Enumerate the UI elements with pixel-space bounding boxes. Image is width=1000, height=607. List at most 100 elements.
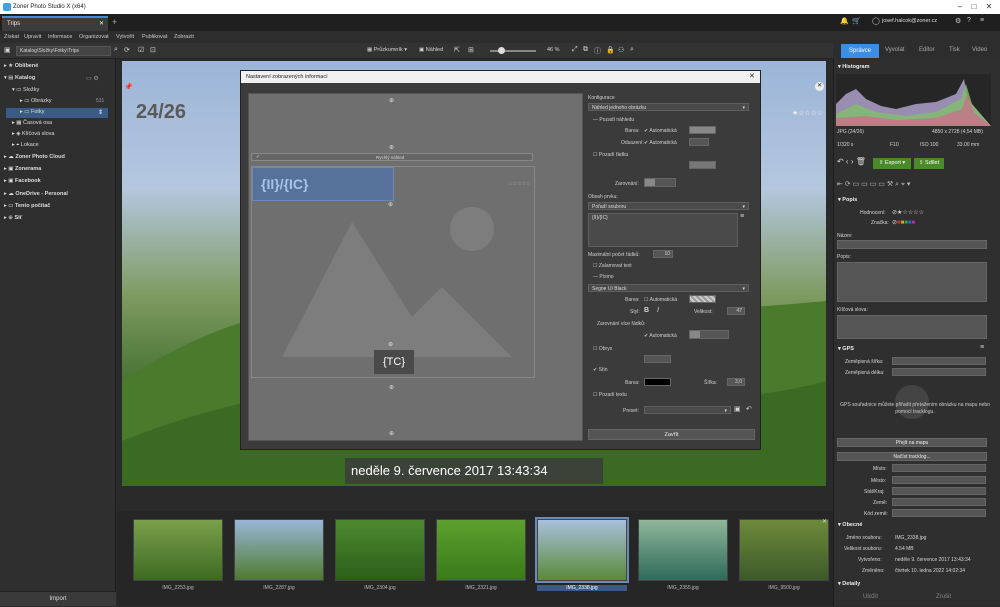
- nav-this-pc[interactable]: ▸ ▭ Tento počítač: [4, 203, 50, 213]
- menu-item[interactable]: Upravit: [24, 34, 41, 40]
- quick-preview-bar[interactable]: ✓ Rychlý náhled: [251, 153, 533, 161]
- place-input[interactable]: [892, 464, 986, 472]
- name-input[interactable]: [837, 240, 987, 249]
- text-bg-checkbox[interactable]: ☐ Pozadí textu: [593, 392, 627, 398]
- add-top-icon[interactable]: ⊕: [389, 97, 394, 104]
- dialog-close-icon[interactable]: ✕: [749, 72, 755, 80]
- settings-icon[interactable]: ⚙: [955, 17, 961, 25]
- close-dialog-button[interactable]: Zavřít: [588, 429, 755, 440]
- info-overlay-icon[interactable]: ⓘ: [594, 46, 601, 56]
- font-auto-checkbox[interactable]: ☐ Automatická: [644, 297, 677, 303]
- gps-header[interactable]: ▾ GPS: [834, 344, 992, 354]
- font-color-swatch[interactable]: [689, 295, 716, 303]
- menu-item[interactable]: Organizovat: [79, 34, 109, 40]
- zoom-fit-icon[interactable]: ⊞: [468, 46, 474, 54]
- tab-manager[interactable]: Správce: [841, 44, 879, 58]
- auto-color-checkbox[interactable]: ✔ Automatická: [644, 128, 677, 134]
- load-tracklog-button[interactable]: Načíst tracklog...: [837, 452, 987, 461]
- rating-stars-input[interactable]: ⊘★☆☆☆☆: [892, 209, 924, 216]
- add-mid-icon[interactable]: ⊕: [388, 201, 393, 208]
- zoom-icon[interactable]: ⌕: [630, 46, 634, 54]
- align-buttons[interactable]: [644, 178, 676, 187]
- italic-button[interactable]: I: [657, 307, 659, 314]
- nav-arrows-icon[interactable]: ↶ ‹ › 🗑: [837, 157, 866, 166]
- gps-menu-icon[interactable]: ≡: [980, 344, 984, 351]
- external-icon[interactable]: ⇱: [454, 46, 460, 54]
- rating-stars[interactable]: ★☆☆☆☆: [792, 109, 823, 117]
- row-color-swatch[interactable]: [689, 161, 716, 169]
- size-input[interactable]: 47: [727, 307, 745, 315]
- add-bottom-row-icon[interactable]: ⊕: [388, 341, 393, 348]
- shadow-color-swatch[interactable]: [644, 378, 671, 386]
- tab-video[interactable]: Video: [972, 47, 987, 53]
- nav-network[interactable]: ▸ ⊕ Síť: [4, 215, 22, 225]
- wrap-checkbox[interactable]: ☐ Zalamovat text: [593, 263, 632, 269]
- maximize-button[interactable]: □: [968, 2, 980, 12]
- save-preset-icon[interactable]: ▣: [734, 405, 741, 413]
- export-button[interactable]: ⇧ Export ▾: [873, 158, 911, 169]
- shade-input[interactable]: [689, 138, 709, 146]
- nav-facebook[interactable]: ▸ ▣ Facebook: [4, 178, 41, 188]
- thumbnail[interactable]: [436, 519, 526, 581]
- city-input[interactable]: [892, 476, 986, 484]
- share-button[interactable]: ⇪ Sdílet: [914, 158, 944, 169]
- nav-onedrive[interactable]: ▸ ☁ OneDrive - Personal: [4, 191, 68, 201]
- person-icon[interactable]: ⚇: [618, 46, 624, 54]
- sync-icon[interactable]: ⇕: [98, 109, 103, 116]
- longitude-input[interactable]: [892, 368, 986, 376]
- country-input[interactable]: [892, 498, 986, 506]
- nav-folders[interactable]: ▾ ▭ Složky: [12, 87, 39, 97]
- content-textarea[interactable]: {II}/{IC}: [588, 213, 738, 247]
- preset-select[interactable]: ▾: [644, 406, 731, 414]
- minimize-button[interactable]: –: [954, 2, 966, 12]
- font-select[interactable]: Segoe UI Black ▾: [588, 284, 749, 292]
- compare-icon[interactable]: ⧉: [583, 46, 588, 54]
- add-footer-icon[interactable]: ⊕: [389, 384, 394, 391]
- user-avatar-icon[interactable]: ◯: [872, 17, 880, 25]
- user-email[interactable]: josef.halcok@zoner.cz: [882, 18, 937, 24]
- nav-favorites[interactable]: ▸ ★ Oblíbené: [4, 63, 38, 73]
- import-button[interactable]: Import: [0, 591, 116, 606]
- notification-icon[interactable]: 🔔: [840, 17, 849, 25]
- menu-icon[interactable]: ≡: [980, 17, 984, 24]
- outline-checkbox[interactable]: ☐ Obrys: [593, 346, 612, 352]
- filmstrip-close-icon[interactable]: ✕: [822, 518, 827, 525]
- close-tab-icon[interactable]: ✕: [99, 20, 104, 27]
- multiline-align-buttons[interactable]: [689, 330, 729, 339]
- new-tab-button[interactable]: +: [112, 17, 117, 27]
- nav-zonerama[interactable]: ▸ ▣ Zonerama: [4, 166, 41, 176]
- country-code-input[interactable]: [892, 509, 986, 517]
- preview-view-button[interactable]: ▣ Náhled: [419, 47, 443, 53]
- auto-shade-checkbox[interactable]: ✔ Automatická: [644, 140, 677, 146]
- nav-cloud[interactable]: ▸ ☁ Zoner Photo Cloud: [4, 154, 65, 164]
- latitude-input[interactable]: [892, 357, 986, 365]
- save-button[interactable]: Uložit: [863, 594, 878, 600]
- action-icons[interactable]: ⇤ ⟳ ▭ ▭ ▭ ▭ ⚒ ⌕ ⌖ ▾: [837, 180, 910, 189]
- nav-locations[interactable]: ▸ ⌖ Lokace: [12, 142, 39, 152]
- description-header[interactable]: ▾ Popis: [834, 195, 992, 205]
- path-input[interactable]: Katalog\Složky\Fotky\Trips: [16, 46, 111, 56]
- state-input[interactable]: [892, 487, 986, 495]
- tab-develop[interactable]: Vyvolat: [885, 47, 904, 53]
- close-viewer-icon[interactable]: ✕: [815, 82, 824, 91]
- bottom-info-tag[interactable]: {TC}: [374, 350, 414, 374]
- menu-item[interactable]: Publikovat: [142, 34, 167, 40]
- catalog-folder-icon[interactable]: ▭ ⚙: [86, 75, 99, 82]
- reset-button[interactable]: Zrušit: [936, 594, 951, 600]
- zoom-slider[interactable]: [490, 50, 536, 52]
- thumbnail[interactable]: [335, 519, 425, 581]
- undo-icon[interactable]: ↶: [746, 405, 752, 413]
- crop-icon[interactable]: ⊡: [150, 46, 156, 54]
- multiline-auto-checkbox[interactable]: ✔ Automatická: [644, 333, 677, 339]
- menu-item[interactable]: Získat: [4, 34, 19, 40]
- go-to-map-button[interactable]: Přejít na mapu: [837, 438, 987, 447]
- top-info-slot[interactable]: {II}/{IC}: [252, 167, 394, 201]
- fit-icon[interactable]: ⤢: [572, 46, 578, 54]
- select-icon[interactable]: ☑: [138, 46, 144, 54]
- details-header[interactable]: ▾ Detaily: [834, 579, 992, 589]
- content-menu-icon[interactable]: ≡: [740, 213, 744, 220]
- thumbnail[interactable]: [234, 519, 324, 581]
- mode-select[interactable]: Náhled jednoho obrázku ▾: [588, 103, 749, 111]
- thumbnail[interactable]: [133, 519, 223, 581]
- nav-photos[interactable]: ▸ ▭ Fotky: [20, 109, 44, 119]
